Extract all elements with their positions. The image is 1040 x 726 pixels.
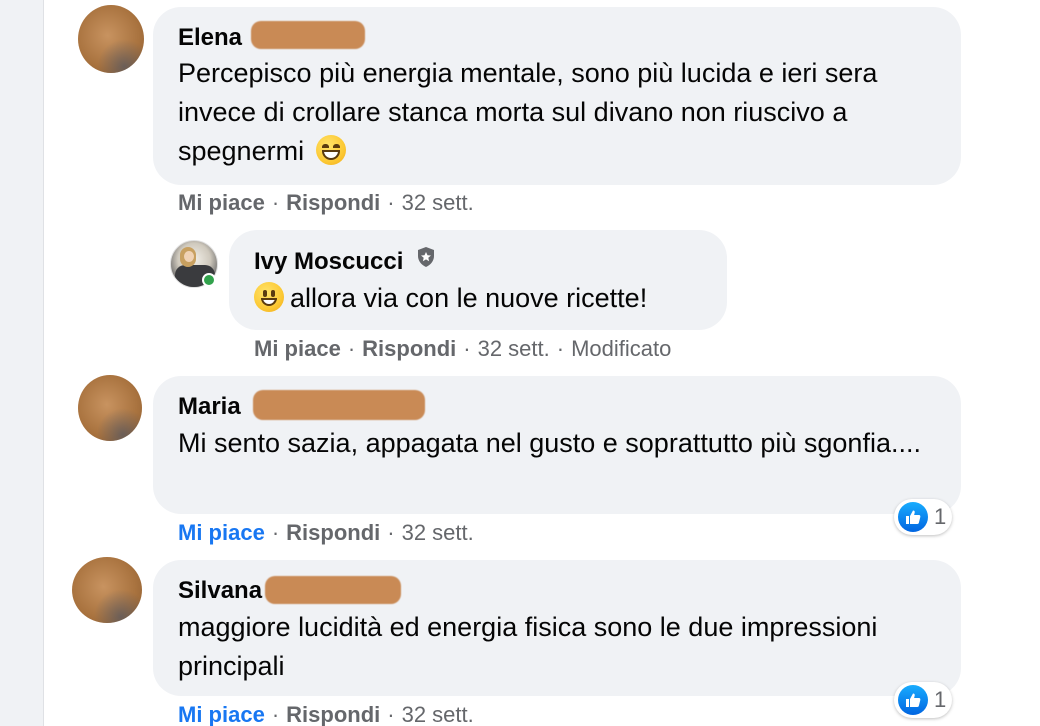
separator: · <box>387 190 395 215</box>
comment-bubble: Silvana maggiore lucidità ed energia fis… <box>153 560 961 696</box>
comment-text: Mi sento sazia, appagata nel gusto e sop… <box>178 428 921 458</box>
comment-author[interactable]: Elena <box>178 24 242 52</box>
shield-icon <box>418 247 435 267</box>
timestamp[interactable]: 32 sett. <box>402 702 474 726</box>
timestamp[interactable]: 32 sett. <box>402 190 474 215</box>
name-redaction <box>253 390 425 420</box>
online-status-dot <box>202 273 216 287</box>
separator: · <box>271 702 280 726</box>
like-button[interactable]: Mi piace <box>254 336 341 361</box>
like-icon <box>898 685 928 715</box>
comment-actions: Mi piace · Rispondi · 32 sett. <box>178 520 474 546</box>
separator: · <box>271 520 280 545</box>
reaction-count: 1 <box>934 504 947 529</box>
reaction-count: 1 <box>934 687 947 712</box>
avatar[interactable] <box>72 557 142 623</box>
left-panel-edge <box>0 0 44 726</box>
reaction-summary[interactable]: 1 <box>894 499 953 535</box>
separator: · <box>556 336 565 361</box>
comment-text: allora via con le nuove ricette! <box>254 279 714 318</box>
separator: · <box>387 702 395 726</box>
reply-button[interactable]: Rispondi <box>286 190 380 215</box>
comment-text: Percepisco più energia mentale, sono più… <box>178 58 878 166</box>
like-button[interactable]: Mi piace <box>178 520 265 545</box>
comment-author[interactable]: Ivy Moscucci <box>254 246 436 276</box>
comment-actions: Mi piace · Rispondi · 32 sett. · Modificato <box>254 336 671 362</box>
name-redaction <box>251 21 365 49</box>
timestamp[interactable]: 32 sett. <box>402 520 474 545</box>
smiley-emoji-icon <box>254 282 284 312</box>
reply-button[interactable]: Rispondi <box>362 336 456 361</box>
reply-button[interactable]: Rispondi <box>286 520 380 545</box>
comment-actions: Mi piace · Rispondi · 32 sett. <box>178 702 474 726</box>
comment-author[interactable]: Maria <box>178 393 241 421</box>
timestamp[interactable]: 32 sett. <box>478 336 550 361</box>
avatar[interactable] <box>78 375 142 441</box>
reaction-summary[interactable]: 1 <box>894 682 953 718</box>
separator: · <box>347 336 356 361</box>
comment-bubble: Maria Mi sento sazia, appagata nel gusto… <box>153 376 961 514</box>
separator: · <box>463 336 471 361</box>
grinning-face-emoji-icon <box>315 135 346 165</box>
comment-actions: Mi piace · Rispondi · 32 sett. <box>178 190 474 216</box>
reply-button[interactable]: Rispondi <box>286 702 380 726</box>
comment-bubble: Elena Percepisco più energia mentale, so… <box>153 7 961 185</box>
name-redaction <box>265 576 401 604</box>
edited-label: Modificato <box>571 336 672 361</box>
separator: · <box>271 190 280 215</box>
comment-bubble: Ivy Moscucci allora via con le nuove ric… <box>229 230 727 330</box>
like-button[interactable]: Mi piace <box>178 190 265 215</box>
like-icon <box>898 502 928 532</box>
separator: · <box>387 520 395 545</box>
comment-author[interactable]: Silvana <box>178 577 262 605</box>
avatar[interactable] <box>78 5 144 73</box>
comment-text: maggiore lucidità ed energia fisica sono… <box>178 612 878 681</box>
like-button[interactable]: Mi piace <box>178 702 265 726</box>
